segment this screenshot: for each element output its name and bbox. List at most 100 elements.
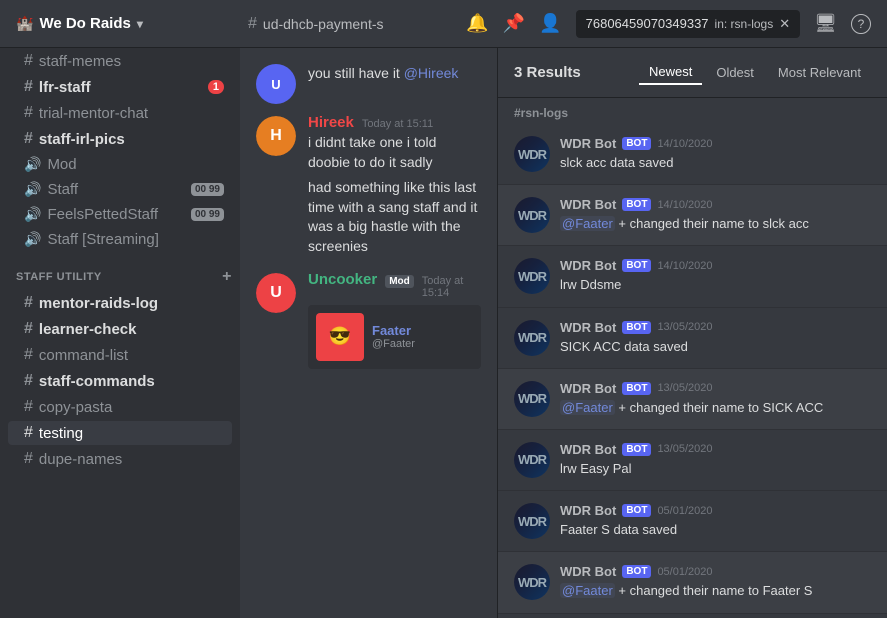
search-tab-most-relevant[interactable]: Most Relevant [768, 61, 871, 84]
top-bar: 🏰 We Do Raids ▾ # ud-dhcb-payment-s 🔔 📌 … [0, 0, 887, 48]
help-icon[interactable]: ? [851, 14, 871, 34]
server-name-container[interactable]: 🏰 We Do Raids ▾ [16, 15, 236, 32]
search-tab-newest[interactable]: Newest [639, 60, 702, 85]
result-content: WDR Bot BOT 13/05/2020 SICK ACC data sav… [560, 320, 871, 356]
hash-icon: # [24, 320, 33, 338]
pin-icon[interactable]: 📌 [503, 13, 525, 34]
preview-thumbnail: 😎 [316, 313, 364, 361]
result-header: WDR Bot BOT 13/05/2020 [560, 381, 871, 396]
result-author: WDR Bot [560, 503, 616, 518]
close-icon[interactable]: ✕ [779, 16, 790, 32]
sidebar-item-staff-memes[interactable]: # staff-memes [8, 49, 232, 73]
result-header: WDR Bot BOT 14/10/2020 [560, 258, 871, 273]
sidebar-item-mentor-raids-log[interactable]: # mentor-raids-log [8, 291, 232, 315]
message-image-preview: 😎 Faater @Faater [308, 305, 481, 369]
search-results-count: 3 Results [514, 64, 581, 81]
bot-tag: BOT [622, 382, 651, 395]
avatar: U [256, 273, 296, 313]
muted-badge: 00 99 [191, 208, 224, 221]
message-partial: U you still have it @Hireek [256, 64, 481, 104]
search-result-item[interactable]: WDR WDR Bot BOT 13/05/2020 @Faater + cha… [498, 369, 887, 430]
search-channel-label: #rsn-logs [498, 98, 887, 124]
message-header: Hireek Today at 15:11 [308, 114, 481, 131]
result-author: WDR Bot [560, 258, 616, 273]
search-value: 768064590703493​37 [586, 16, 709, 31]
sidebar-item-staff-streaming[interactable]: 🔊 Staff [Streaming] [8, 228, 232, 251]
bot-tag: BOT [622, 504, 651, 517]
sidebar-item-staff-commands[interactable]: # staff-commands [8, 369, 232, 393]
message-time: Today at 15:11 [362, 118, 433, 130]
result-header: WDR Bot BOT 14/10/2020 [560, 197, 871, 212]
sidebar-item-learner-check[interactable]: # learner-check [8, 317, 232, 341]
bell-icon[interactable]: 🔔 [466, 13, 488, 34]
result-text: @Faater + changed their name to slck acc [560, 215, 871, 233]
hash-icon: # [24, 104, 33, 122]
result-content: WDR Bot BOT 13/05/2020 @Faater + changed… [560, 381, 871, 417]
search-result-item[interactable]: WDR WDR Bot BOT 14/10/2020 lrw Ddsme [498, 246, 887, 307]
sidebar-item-dupe-names[interactable]: # dupe-names [8, 447, 232, 471]
avatar: U [256, 64, 296, 104]
search-result-item[interactable]: WDR WDR Bot BOT 05/01/2020 @Faater + cha… [498, 552, 887, 613]
mention: @Faater [560, 216, 615, 231]
hash-icon: # [248, 15, 257, 33]
main-layout: # staff-memes # lfr-staff 1 # trial-ment… [0, 48, 887, 618]
message-continuation: had something like this last time with a… [308, 178, 481, 256]
sidebar-item-trial-mentor-chat[interactable]: # trial-mentor-chat [8, 101, 232, 125]
search-result-item[interactable]: WDR WDR Bot BOT 14/10/2020 @Faater + cha… [498, 185, 887, 246]
result-date: 05/01/2020 [657, 566, 712, 578]
message-header: Uncooker Mod Today at 15:14 [308, 271, 481, 299]
sidebar-item-command-list[interactable]: # command-list [8, 343, 232, 367]
result-content: WDR Bot BOT 05/01/2020 Faater S data sav… [560, 503, 871, 539]
hash-icon: # [24, 130, 33, 148]
bot-tag: BOT [622, 321, 651, 334]
search-result-item[interactable]: WDR WDR Bot BOT 14/10/2020 slck acc data… [498, 124, 887, 185]
sidebar-item-copy-pasta[interactable]: # copy-pasta [8, 395, 232, 419]
bot-tag: BOT [622, 137, 651, 150]
wdr-bot-avatar: WDR [514, 136, 550, 172]
result-author: WDR Bot [560, 442, 616, 457]
result-date: 13/05/2020 [657, 382, 712, 394]
search-bar[interactable]: 768064590703493​37 in: rsn-logs ✕ [576, 10, 801, 38]
server-icon: 🏰 [16, 15, 33, 32]
search-panel: 3 Results Newest Oldest Most Relevant #r… [497, 48, 887, 618]
result-header: WDR Bot BOT 05/01/2020 [560, 564, 871, 579]
chat-area: U you still have it @Hireek H Hireek Tod… [240, 48, 497, 618]
chevron-down-icon: ▾ [137, 17, 143, 31]
members-icon[interactable]: 👤 [539, 13, 561, 34]
wdr-bot-avatar: WDR [514, 564, 550, 600]
sidebar-item-lfr-staff[interactable]: # lfr-staff 1 [8, 75, 232, 99]
result-text: lrw Easy Pal [560, 460, 871, 478]
message-time: Today at 15:14 [422, 275, 481, 299]
hash-icon: # [24, 52, 33, 70]
sidebar-item-feelspettedstaff[interactable]: 🔊 FeelsPettedStaff 00 99 [8, 203, 232, 226]
search-tab-oldest[interactable]: Oldest [706, 61, 764, 84]
sidebar-item-staff-irl-pics[interactable]: # staff-irl-pics [8, 127, 232, 151]
mention: @Faater [560, 400, 615, 415]
message-author-name: Uncooker [308, 271, 377, 288]
monitor-icon[interactable]: 🖥 [814, 13, 837, 34]
message-content-partial: you still have it @Hireek [308, 64, 458, 104]
result-text: @Faater + changed their name to SICK ACC [560, 399, 871, 417]
hash-icon: # [24, 78, 33, 96]
result-date: 14/10/2020 [657, 138, 712, 150]
add-channel-button[interactable]: + [222, 268, 232, 286]
result-content: WDR Bot BOT 05/01/2020 @Faater + changed… [560, 564, 871, 600]
sidebar-item-staff[interactable]: 🔊 Staff 00 99 [8, 178, 232, 201]
hash-icon: # [24, 398, 33, 416]
result-author: WDR Bot [560, 381, 616, 396]
hash-icon: # [24, 450, 33, 468]
hash-icon: # [24, 346, 33, 364]
result-header: WDR Bot BOT 13/05/2020 [560, 320, 871, 335]
mention: @Faater [560, 583, 615, 598]
search-result-item[interactable]: WDR WDR Bot BOT 13/05/2020 lrw Easy Pal [498, 430, 887, 491]
sidebar-item-mod[interactable]: 🔊 Mod [8, 153, 232, 176]
top-bar-icons: 🔔 📌 👤 768064590703493​37 in: rsn-logs ✕ … [466, 10, 871, 38]
message-hireek: H Hireek Today at 15:11 i didnt take one… [256, 112, 481, 174]
sidebar-item-testing[interactable]: # testing [8, 421, 232, 445]
result-header: WDR Bot BOT 14/10/2020 [560, 136, 871, 151]
section-header-staff-utility: STAFF UTILITY + [0, 252, 240, 290]
search-tabs: 3 Results Newest Oldest Most Relevant [514, 60, 871, 85]
search-result-item[interactable]: WDR WDR Bot BOT 05/01/2020 Faater S data… [498, 491, 887, 552]
voice-icon: 🔊 [24, 206, 41, 223]
search-result-item[interactable]: WDR WDR Bot BOT 13/05/2020 SICK ACC data… [498, 308, 887, 369]
